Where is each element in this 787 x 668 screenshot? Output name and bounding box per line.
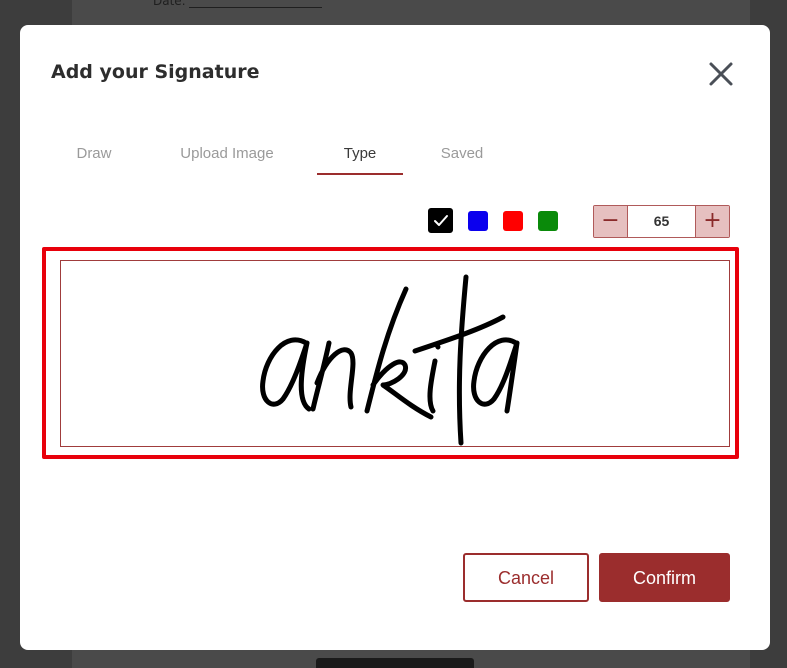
- color-swatch-black[interactable]: [428, 208, 453, 233]
- close-icon: [709, 62, 733, 86]
- check-icon: [434, 215, 448, 226]
- font-size-value[interactable]: 65: [628, 206, 695, 237]
- tab-draw[interactable]: Draw: [51, 141, 137, 175]
- tab-saved[interactable]: Saved: [403, 141, 521, 175]
- signature-preview[interactable]: [60, 260, 730, 447]
- color-swatch-red[interactable]: [503, 211, 523, 231]
- increase-size-button[interactable]: +: [695, 206, 729, 237]
- close-button[interactable]: [706, 59, 736, 89]
- date-line: [189, 7, 322, 8]
- date-label: Date:: [153, 0, 186, 8]
- tab-type[interactable]: Type: [317, 141, 403, 175]
- color-swatch-blue[interactable]: [468, 211, 488, 231]
- decrease-size-button[interactable]: −: [594, 206, 628, 237]
- cancel-button[interactable]: Cancel: [463, 553, 589, 602]
- font-size-stepper: − 65 +: [593, 205, 730, 238]
- background-bar: [316, 658, 474, 668]
- tab-upload-image[interactable]: Upload Image: [137, 141, 317, 175]
- signature-tabs: Draw Upload Image Type Saved: [51, 141, 521, 175]
- confirm-button[interactable]: Confirm: [599, 553, 730, 602]
- color-swatch-green[interactable]: [538, 211, 558, 231]
- modal-title: Add your Signature: [51, 61, 260, 83]
- signature-drawing: [260, 274, 520, 446]
- signature-modal: Add your Signature Draw Upload Image Typ…: [20, 25, 770, 650]
